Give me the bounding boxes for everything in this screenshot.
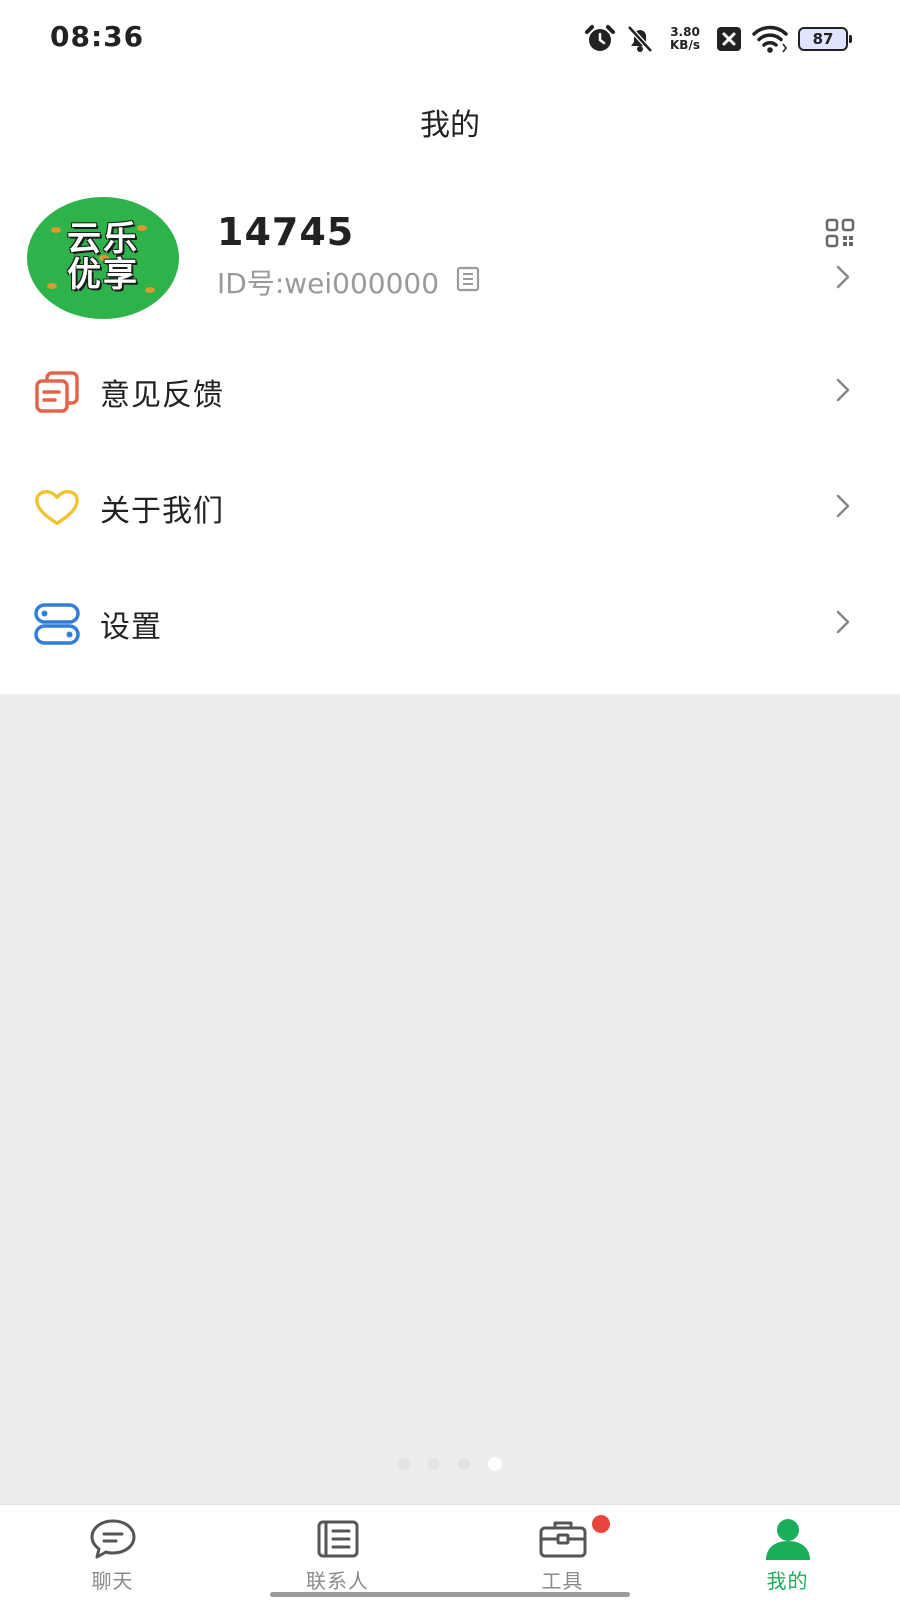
contacts-icon [311, 1517, 365, 1561]
notification-badge [592, 1515, 610, 1533]
mute-bell-icon [626, 24, 654, 54]
avatar-logo-text: 云乐 [67, 219, 139, 259]
copy-icon[interactable] [455, 266, 481, 299]
nav-tab-chat[interactable]: 聊天 [0, 1505, 225, 1600]
alarm-icon [584, 24, 616, 54]
avatar-logo-text: 优享 [67, 255, 139, 295]
page-dot [398, 1458, 410, 1470]
chevron-right-icon [834, 377, 852, 407]
status-time: 08:36 [50, 20, 145, 53]
page-dot-active [488, 1457, 502, 1471]
bottom-nav: 聊天 联系人 工具 我的 [0, 1504, 900, 1600]
net-speed-unit: KB/s [670, 38, 700, 52]
nav-tab-tools[interactable]: 工具 [450, 1505, 675, 1600]
home-indicator[interactable] [270, 1592, 630, 1597]
page-indicator [0, 1457, 900, 1471]
feedback-icon [34, 369, 80, 415]
app-screen: 08:36 3.80 KB/s 87 我的 云乐 优享 14745 ID号:we… [0, 0, 900, 1600]
menu-item-about-us[interactable]: 关于我们 [0, 450, 900, 566]
chevron-right-icon [834, 609, 852, 639]
nav-label: 我的 [766, 1569, 809, 1593]
settings-toggle-icon [34, 601, 80, 647]
menu-item-label: 设置 [100, 610, 162, 645]
page-title: 我的 [420, 108, 480, 143]
toolbox-icon [536, 1517, 590, 1561]
heart-icon [34, 485, 80, 531]
net-speed: 3.80 KB/s [664, 26, 706, 52]
nav-label: 联系人 [306, 1569, 369, 1593]
avatar[interactable]: 云乐 优享 [27, 197, 179, 319]
page-dot [428, 1458, 440, 1470]
chevron-right-icon [834, 493, 852, 523]
menu-item-label: 关于我们 [100, 494, 224, 529]
menu-item-settings[interactable]: 设置 [0, 566, 900, 682]
profile-name: 14745 [217, 210, 355, 254]
nav-label: 工具 [541, 1569, 584, 1593]
wifi-icon [752, 25, 788, 53]
menu-item-feedback[interactable]: 意见反馈 [0, 334, 900, 450]
chevron-right-icon [834, 264, 852, 294]
status-icons: 3.80 KB/s 87 [584, 22, 852, 56]
page-dot [458, 1458, 470, 1470]
profile-row[interactable]: 云乐 优享 14745 ID号:wei000000 [0, 160, 900, 350]
qr-code-icon[interactable] [825, 218, 855, 248]
header: 我的 [0, 78, 900, 160]
nav-label: 聊天 [91, 1569, 134, 1593]
battery-icon: 87 [798, 27, 852, 51]
profile-card: 云乐 优享 14745 ID号:wei000000 意见反馈 关于我们 设置 [0, 160, 900, 694]
nav-tab-me[interactable]: 我的 [675, 1505, 900, 1600]
close-box-icon [716, 26, 742, 52]
chat-icon [86, 1517, 140, 1561]
person-icon [761, 1517, 815, 1561]
profile-id: ID号:wei000000 [217, 262, 481, 302]
status-bar: 08:36 3.80 KB/s 87 [0, 0, 900, 78]
profile-id-text: ID号:wei000000 [217, 267, 440, 300]
menu-item-label: 意见反馈 [100, 378, 224, 413]
nav-tab-contacts[interactable]: 联系人 [225, 1505, 450, 1600]
